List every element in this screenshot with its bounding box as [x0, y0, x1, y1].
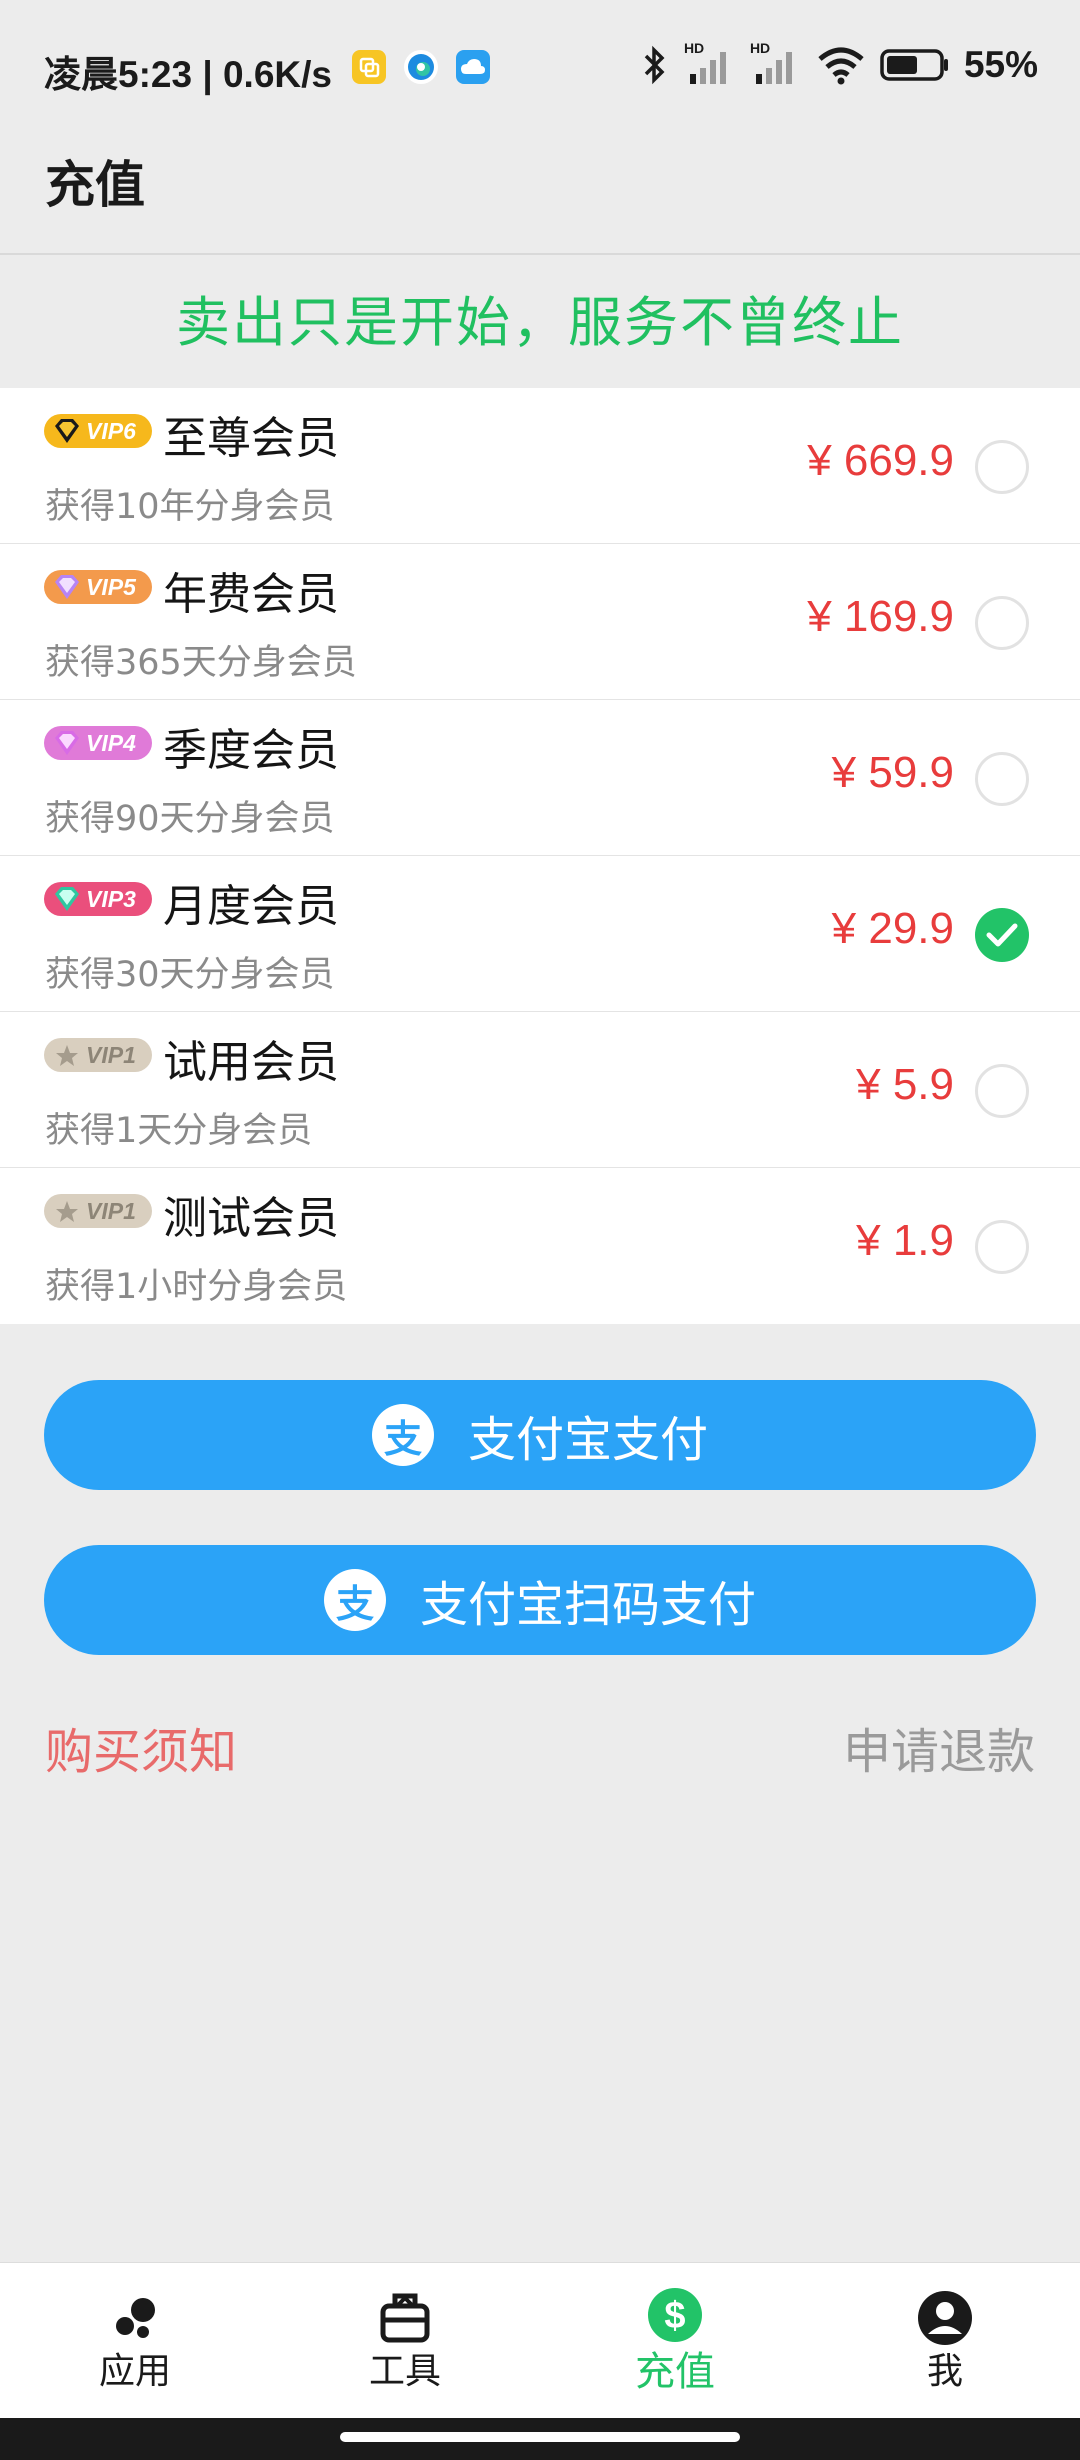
diamond-icon	[55, 419, 79, 443]
plan-radio-selected[interactable]	[975, 908, 1029, 962]
plan-desc: 获得1天分身会员	[45, 1111, 313, 1151]
plan-price: ¥ 29.9	[831, 904, 954, 953]
plan-name: 月度会员	[163, 881, 339, 932]
plan-name: 至尊会员	[163, 413, 339, 464]
svg-text:$: $	[664, 2295, 685, 2337]
plan-radio[interactable]	[975, 596, 1029, 650]
diamond-icon	[55, 731, 79, 755]
wifi-icon	[818, 47, 864, 85]
plan-radio[interactable]	[975, 1064, 1029, 1118]
plan-price: ¥ 169.9	[807, 592, 954, 641]
plan-item-trial[interactable]: VIP1 试用会员 获得1天分身会员 ¥ 5.9	[0, 1012, 1080, 1168]
nav-label: 充值	[635, 2348, 715, 2395]
bottom-nav: 应用 工具 $ 充值 我	[0, 2262, 1080, 2418]
vip-badge: VIP6	[44, 414, 152, 448]
plan-list: VIP6 至尊会员 获得10年分身会员 ¥ 669.9 VIP5 年费会员 获得…	[0, 388, 1080, 1324]
dollar-icon: $	[648, 2287, 702, 2342]
checkmark-icon	[986, 923, 1018, 947]
edge-browser-icon	[404, 50, 438, 84]
plan-price: ¥ 1.9	[856, 1216, 954, 1265]
status-bar: 凌晨5:23 | 0.6K/s HD HD 55%	[0, 0, 1080, 135]
plan-item-vip4[interactable]: VIP4 季度会员 获得90天分身会员 ¥ 59.9	[0, 700, 1080, 856]
status-time: 凌晨5:23 | 0.6K/s	[44, 54, 332, 95]
plan-item-vip3[interactable]: VIP3 月度会员 获得30天分身会员 ¥ 29.9	[0, 856, 1080, 1012]
page-title: 充值	[45, 156, 145, 214]
cellular-signal-1-icon: HD	[684, 40, 736, 86]
apps-icon	[116, 2297, 155, 2338]
slogan-banner: 卖出只是开始，服务不曾终止	[176, 291, 904, 354]
alipay-scan-pay-label: 支付宝扫码支付	[419, 1579, 756, 1632]
plan-radio[interactable]	[975, 440, 1029, 494]
star-icon	[56, 1201, 78, 1222]
nav-item-tools[interactable]: 工具	[270, 2263, 540, 2418]
plan-radio[interactable]	[975, 1220, 1029, 1274]
plan-desc: 获得10年分身会员	[45, 487, 335, 527]
vip-badge: VIP3	[44, 882, 152, 916]
refund-request-link[interactable]: 申请退款	[843, 1712, 1035, 1782]
plan-price: ¥ 5.9	[856, 1060, 954, 1109]
profile-icon	[918, 2290, 972, 2345]
plan-item-vip5[interactable]: VIP5 年费会员 获得365天分身会员 ¥ 169.9	[0, 544, 1080, 700]
cellular-signal-2-icon: HD	[750, 40, 802, 86]
vip-badge: VIP5	[44, 570, 152, 604]
diamond-icon	[55, 575, 79, 599]
status-app-icons	[352, 50, 490, 84]
plan-desc: 获得30天分身会员	[45, 955, 335, 995]
plan-name: 试用会员	[163, 1037, 339, 1088]
alipay-icon: 支	[371, 1404, 434, 1466]
home-gesture-bar[interactable]	[340, 2432, 740, 2442]
diamond-icon	[55, 887, 79, 911]
alipay-pay-label: 支付宝支付	[467, 1414, 708, 1467]
vip-badge: VIP1	[44, 1194, 152, 1228]
nav-item-me[interactable]: 我	[810, 2263, 1080, 2418]
nav-label: 工具	[368, 2350, 441, 2392]
plan-item-test[interactable]: VIP1 测试会员 获得1小时分身会员 ¥ 1.9	[0, 1168, 1080, 1324]
plan-name: 年费会员	[163, 569, 339, 620]
toolbox-icon	[380, 2293, 430, 2342]
bluetooth-icon	[644, 45, 665, 85]
alipay-icon: 支	[323, 1569, 386, 1631]
plan-price: ¥ 669.9	[807, 436, 954, 485]
alipay-pay-button[interactable]: 支 支付宝支付	[44, 1380, 1036, 1490]
plan-desc: 获得90天分身会员	[45, 799, 335, 839]
plan-desc: 获得365天分身会员	[45, 643, 357, 683]
plan-item-vip6[interactable]: VIP6 至尊会员 获得10年分身会员 ¥ 669.9	[0, 388, 1080, 544]
vip-badge: VIP1	[44, 1038, 152, 1072]
page-header: 充值	[0, 135, 1080, 255]
status-indicators: HD HD 55%	[640, 40, 1038, 86]
plan-desc: 获得1小时分身会员	[45, 1267, 348, 1307]
battery-icon	[880, 49, 948, 81]
plan-name: 测试会员	[163, 1193, 339, 1244]
alipay-scan-pay-button[interactable]: 支 支付宝扫码支付	[44, 1545, 1036, 1655]
nav-item-recharge[interactable]: $ 充值	[540, 2263, 810, 2418]
vip-badge: VIP4	[44, 726, 152, 760]
plan-radio[interactable]	[975, 752, 1029, 806]
nav-label: 我	[926, 2350, 963, 2392]
nav-item-apps[interactable]: 应用	[0, 2263, 270, 2418]
notes-app-icon	[352, 50, 386, 84]
star-icon	[56, 1045, 78, 1066]
cloud-app-icon	[456, 50, 490, 84]
plan-name: 季度会员	[163, 725, 339, 776]
gesture-area	[0, 2418, 1080, 2460]
purchase-notice-link[interactable]: 购买须知	[45, 1712, 237, 1782]
nav-label: 应用	[98, 2350, 171, 2392]
plan-price: ¥ 59.9	[831, 748, 954, 797]
battery-percent: 55%	[963, 44, 1038, 85]
